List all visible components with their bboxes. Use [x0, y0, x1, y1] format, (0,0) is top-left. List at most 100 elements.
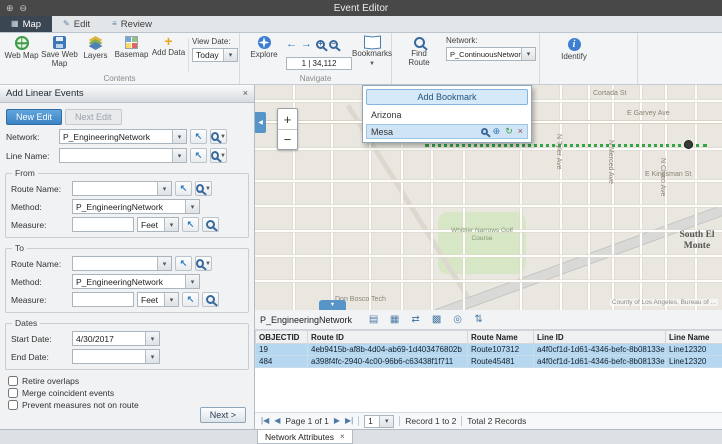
bookmark-item-arizona[interactable]: Arizona — [366, 107, 528, 122]
zoom-in-button[interactable]: + — [278, 109, 297, 129]
tab-map[interactable]: ▦ Map — [0, 16, 52, 32]
bookmarks-button[interactable]: Bookmarks ▼ — [354, 36, 390, 67]
active-route-line[interactable] — [425, 144, 707, 147]
network-zoom-menu-icon[interactable]: ▼ — [210, 129, 227, 144]
tab-network-attributes[interactable]: Network Attributes × — [257, 430, 353, 444]
from-route-zoom-menu-icon[interactable]: ▼ — [195, 181, 212, 196]
from-measure-input[interactable] — [72, 217, 134, 232]
previous-page-button[interactable]: ◀ — [274, 417, 280, 425]
new-edit-button[interactable]: New Edit — [6, 109, 62, 125]
cell-line-id[interactable]: a4f0cf1d-1d61-4346-befc-8b08133e681e — [534, 344, 666, 356]
merge-coincident-checkbox[interactable] — [8, 388, 18, 398]
line-zoom-menu-icon[interactable]: ▼ — [210, 148, 227, 163]
cell-objectid[interactable]: 19 — [256, 344, 308, 356]
from-method-select[interactable]: P_EngineeringNetwork — [72, 199, 200, 214]
to-route-zoom-menu-icon[interactable]: ▼ — [195, 256, 212, 271]
grid-options-icon[interactable]: ▤ — [364, 312, 383, 328]
to-measure-input[interactable] — [72, 292, 134, 307]
show-selected-records-icon[interactable]: ▦ — [385, 312, 404, 328]
switch-selection-icon[interactable]: ⇄ — [406, 312, 425, 328]
basemap-button[interactable]: Basemap — [112, 36, 151, 60]
from-measure-zoom-icon[interactable] — [202, 217, 219, 232]
panel-title: Add Linear Events — [6, 88, 84, 99]
save-web-map-button[interactable]: Save Web Map — [41, 36, 78, 69]
tab-edit-label: Edit — [74, 19, 90, 30]
clear-selection-icon[interactable]: ▩ — [427, 312, 446, 328]
sort-records-icon[interactable]: ⇅ — [469, 312, 488, 328]
zoom-out-button[interactable]: − — [278, 129, 297, 149]
pick-from-route-icon[interactable]: ↖ — [175, 181, 192, 196]
column-header[interactable]: Line Name — [666, 331, 722, 344]
pick-from-measure-icon[interactable]: ↖ — [182, 217, 199, 232]
save-icon — [53, 36, 66, 49]
cell-route-name[interactable]: Route107312 — [468, 344, 534, 356]
route-end-marker[interactable] — [684, 140, 693, 149]
from-measure-unit-select[interactable]: Feet — [137, 217, 179, 232]
cell-objectid[interactable]: 484 — [256, 356, 308, 368]
bookmark-item-mesa[interactable]: Mesa ⊕ ↻ × — [366, 124, 528, 139]
view-date-select[interactable]: Today — [192, 48, 238, 62]
tab-edit[interactable]: ✎ Edit — [52, 16, 101, 32]
identify-button[interactable]: i Identify — [554, 38, 594, 62]
layers-button[interactable]: Layers — [79, 36, 112, 61]
table-row[interactable]: 19 4eb9415b-af8b-4d04-ab69-1d403476802b … — [256, 344, 722, 356]
last-page-button[interactable]: ▶| — [345, 417, 353, 425]
column-header[interactable]: Route ID — [308, 331, 468, 344]
column-header[interactable]: OBJECTID — [256, 331, 308, 344]
start-date-select[interactable]: 4/30/2017 — [72, 331, 160, 346]
to-method-select[interactable]: P_EngineeringNetwork — [72, 274, 200, 289]
zoom-to-selection-icon[interactable]: ◎ — [448, 312, 467, 328]
explore-button[interactable]: Explore — [246, 36, 282, 60]
from-route-name-select[interactable] — [72, 181, 172, 196]
line-name-select[interactable] — [59, 148, 187, 163]
tab-review[interactable]: ≡ Review — [101, 16, 163, 32]
find-route-button[interactable]: Find Route — [400, 37, 438, 68]
zoom-in-tool-icon[interactable] — [316, 40, 325, 49]
zoom-to-bookmark-icon[interactable] — [481, 128, 488, 135]
locate-bookmark-icon[interactable]: ⊕ — [493, 127, 501, 136]
network-select[interactable]: P_ContinuousNetwork — [446, 47, 536, 61]
cell-route-id[interactable]: 4eb9415b-af8b-4d04-ab69-1d403476802b — [308, 344, 468, 356]
previous-extent-button[interactable]: ← — [286, 39, 297, 50]
zoom-out-tool-icon[interactable] — [329, 40, 338, 49]
cell-line-id[interactable]: a4f0cf1d-1d61-4346-befc-8b08133e681e — [534, 356, 666, 368]
add-data-button[interactable]: + Add Data — [151, 36, 186, 58]
refresh-bookmark-icon[interactable]: ↻ — [505, 127, 513, 136]
next-page-button[interactable]: ▶ — [334, 417, 340, 425]
delete-bookmark-icon[interactable]: × — [518, 127, 523, 136]
column-header[interactable]: Line ID — [534, 331, 666, 344]
to-measure-zoom-icon[interactable] — [202, 292, 219, 307]
map-scale-input[interactable]: 1 | 34,112 — [286, 57, 352, 70]
pick-line-on-map-icon[interactable]: ↖ — [190, 148, 207, 163]
add-bookmark-button[interactable]: Add Bookmark — [366, 89, 528, 105]
first-page-button[interactable]: |◀ — [261, 417, 269, 425]
to-route-name-select[interactable] — [72, 256, 172, 271]
column-header[interactable]: Route Name — [468, 331, 534, 344]
collapse-panel-button[interactable]: ◀ — [255, 112, 266, 133]
next-edit-button[interactable]: Next Edit — [65, 109, 122, 125]
pick-to-measure-icon[interactable]: ↖ — [182, 292, 199, 307]
collapse-grid-button[interactable]: ▼ — [319, 300, 346, 310]
close-tab-icon[interactable]: × — [340, 433, 345, 441]
cell-line-name[interactable]: Line12320 — [666, 356, 722, 368]
attribute-table: OBJECTID Route ID Route Name Line ID Lin… — [255, 330, 722, 368]
end-date-select[interactable] — [72, 349, 160, 364]
next-button[interactable]: Next > — [200, 407, 246, 423]
close-panel-icon[interactable]: × — [243, 89, 248, 98]
retire-overlaps-checkbox[interactable] — [8, 376, 18, 386]
pick-to-route-icon[interactable]: ↖ — [175, 256, 192, 271]
map-zoom-control: + − — [277, 108, 298, 150]
page-size-select[interactable]: 1 — [364, 415, 394, 428]
panel-network-select[interactable]: P_EngineeringNetwork — [59, 129, 187, 144]
to-legend: To — [12, 243, 27, 253]
next-extent-button[interactable]: → — [301, 39, 312, 50]
table-row[interactable]: 484 a398f4fc-2940-4c00-96b6-c63438f1f711… — [256, 356, 722, 368]
pick-network-on-map-icon[interactable]: ↖ — [190, 129, 207, 144]
options-checkboxes: Retire overlaps Merge coincident events … — [8, 376, 246, 410]
web-map-button[interactable]: Web Map — [3, 36, 40, 61]
to-measure-unit-select[interactable]: Feet — [137, 292, 179, 307]
cell-route-name[interactable]: Route45481 — [468, 356, 534, 368]
prevent-measures-checkbox[interactable] — [8, 400, 18, 410]
cell-line-name[interactable]: Line12320 — [666, 344, 722, 356]
cell-route-id[interactable]: a398f4fc-2940-4c00-96b6-c63438f1f711 — [308, 356, 468, 368]
